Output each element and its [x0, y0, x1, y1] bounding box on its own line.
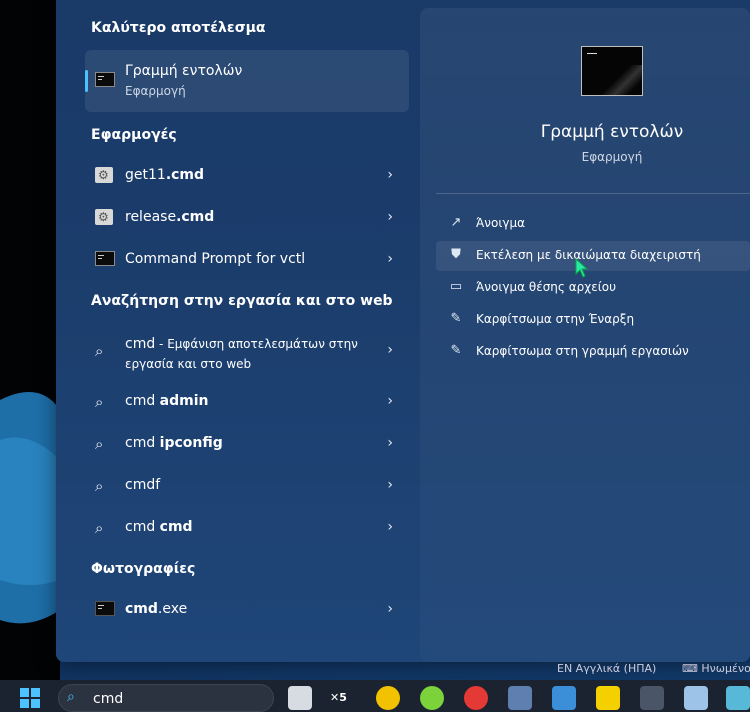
best-match-heading: Καλύτερο αποτέλεσμα [91, 20, 266, 36]
photo-result-cmd-exe[interactable]: cmd.exe › [85, 589, 409, 631]
desktop-left-strip [0, 0, 60, 680]
search-icon: ⌕ [67, 689, 75, 705]
chevron-right-icon[interactable]: › [387, 519, 393, 535]
open-icon: ↗ [450, 215, 462, 230]
app-result-command-prompt-vctl[interactable]: Command Prompt for vctl › [85, 239, 409, 281]
power-app-icon[interactable] [376, 686, 400, 710]
result-detail-pane: Γραμμή εντολών Εφαρμογή ↗ Άνοιγμα ⛊ Εκτέ… [420, 8, 750, 662]
result-label: cmd cmd [125, 519, 193, 535]
network-app-icon[interactable] [508, 686, 532, 710]
folder-icon: ▭ [449, 279, 463, 294]
action-label: Καρφίτσωμα στη γραμμή εργασιών [476, 344, 689, 358]
taskbar-search-box[interactable]: ⌕ cmd [58, 684, 274, 712]
green-app-icon[interactable] [420, 686, 444, 710]
command-prompt-icon [95, 251, 115, 269]
apps-heading: Εφαρμογές [91, 127, 177, 143]
wallpaper-bloom [0, 392, 60, 624]
search-results-pane: Καλύτερο αποτέλεσμα Γραμμή εντολών Εφαρμ… [56, 0, 420, 662]
selection-indicator [85, 70, 88, 92]
chevron-right-icon[interactable]: › [387, 393, 393, 409]
chevron-right-icon[interactable]: › [387, 342, 393, 358]
chevron-right-icon[interactable]: › [387, 251, 393, 267]
detail-title: Γραμμή εντολών [540, 122, 684, 142]
taskbar: ⌕ cmd ✕5 [0, 680, 750, 712]
search-icon: ⌕ [95, 477, 104, 495]
start-menu: Καλύτερο αποτέλεσμα Γραμμή εντολών Εφαρμ… [56, 0, 750, 662]
search-icon: ⌕ [95, 519, 104, 537]
command-prompt-icon [581, 46, 643, 96]
chevron-right-icon[interactable]: › [387, 167, 393, 183]
chevron-right-icon[interactable]: › [387, 435, 393, 451]
pdf-app-icon[interactable] [596, 686, 620, 710]
chevron-right-icon[interactable]: › [387, 209, 393, 225]
pin-icon: ✎ [450, 343, 462, 358]
pin-icon: ✎ [450, 311, 462, 326]
web-result-cmd-cmd[interactable]: ⌕ cmd cmd › [85, 507, 409, 549]
result-label: Command Prompt for vctl [125, 251, 306, 267]
result-label: get11.cmd [125, 167, 205, 183]
monitor-app-icon[interactable] [684, 686, 708, 710]
divider [436, 193, 750, 194]
search-icon: ⌕ [95, 393, 104, 411]
search-icon: ⌕ [95, 342, 104, 360]
photos-heading: Φωτογραφίες [91, 561, 196, 577]
best-match-subtitle: Εφαρμογή [125, 84, 186, 98]
batch-file-icon [95, 167, 115, 185]
app-result-get11[interactable]: get11.cmd › [85, 155, 409, 197]
result-label: release.cmd [125, 209, 215, 225]
best-match-title: Γραμμή εντολών [125, 63, 243, 79]
best-match-result[interactable]: Γραμμή εντολών Εφαρμογή [85, 50, 409, 112]
action-label: Καρφίτσωμα στην Έναρξη [476, 312, 635, 326]
result-label: cmd admin [125, 393, 209, 409]
result-label: cmd - Εμφάνιση αποτελεσμάτων στην εργασί… [125, 336, 358, 371]
language-indicator[interactable]: EN Αγγλικά (ΗΠΑ) [557, 662, 656, 675]
chevron-right-icon[interactable]: › [387, 601, 393, 617]
web-search-heading: Αναζήτηση στην εργασία και στο web [91, 293, 393, 309]
web-result-cmd[interactable]: ⌕ cmd - Εμφάνιση αποτελεσμάτων στην εργα… [85, 326, 409, 376]
task-view-icon[interactable] [288, 686, 312, 710]
result-label: cmd.exe [125, 601, 188, 617]
result-label: cmdf [125, 477, 161, 493]
action-label: Άνοιγμα θέσης αρχείου [476, 280, 617, 294]
web-result-cmdf[interactable]: ⌕ cmdf › [85, 465, 409, 507]
mouse-cursor-icon [575, 258, 589, 278]
action-open[interactable]: ↗ Άνοιγμα [436, 209, 750, 239]
action-open-file-location[interactable]: ▭ Άνοιγμα θέσης αρχείου [436, 273, 750, 303]
app-result-release[interactable]: release.cmd › [85, 197, 409, 239]
result-label: cmd ipconfig [125, 435, 223, 451]
web-result-cmd-admin[interactable]: ⌕ cmd admin › [85, 381, 409, 423]
image-thumbnail-icon [95, 601, 115, 619]
action-pin-to-start[interactable]: ✎ Καρφίτσωμα στην Έναρξη [436, 305, 750, 335]
xmind-icon[interactable]: ✕5 [330, 686, 354, 710]
red-power-icon[interactable] [464, 686, 488, 710]
action-label: Άνοιγμα [476, 216, 526, 230]
chart-app-icon[interactable] [552, 686, 576, 710]
detail-subtitle: Εφαρμογή [581, 150, 643, 164]
keyboard-layout[interactable]: ⌨ Ηνωμένο [682, 662, 750, 675]
search-icon: ⌕ [95, 435, 104, 453]
display-icon[interactable] [726, 686, 750, 710]
batch-file-icon [95, 209, 115, 227]
command-prompt-icon [95, 72, 115, 87]
chevron-right-icon[interactable]: › [387, 477, 393, 493]
windows-start-icon[interactable] [20, 688, 40, 708]
shield-icon: ⛊ [451, 247, 461, 262]
web-result-cmd-ipconfig[interactable]: ⌕ cmd ipconfig › [85, 423, 409, 465]
action-pin-to-taskbar[interactable]: ✎ Καρφίτσωμα στη γραμμή εργασιών [436, 337, 750, 367]
action-run-as-admin[interactable]: ⛊ Εκτέλεση με δικαιώματα διαχειριστή [436, 241, 750, 271]
taskbar-search-text: cmd [93, 691, 124, 707]
calculator-icon[interactable] [640, 686, 664, 710]
